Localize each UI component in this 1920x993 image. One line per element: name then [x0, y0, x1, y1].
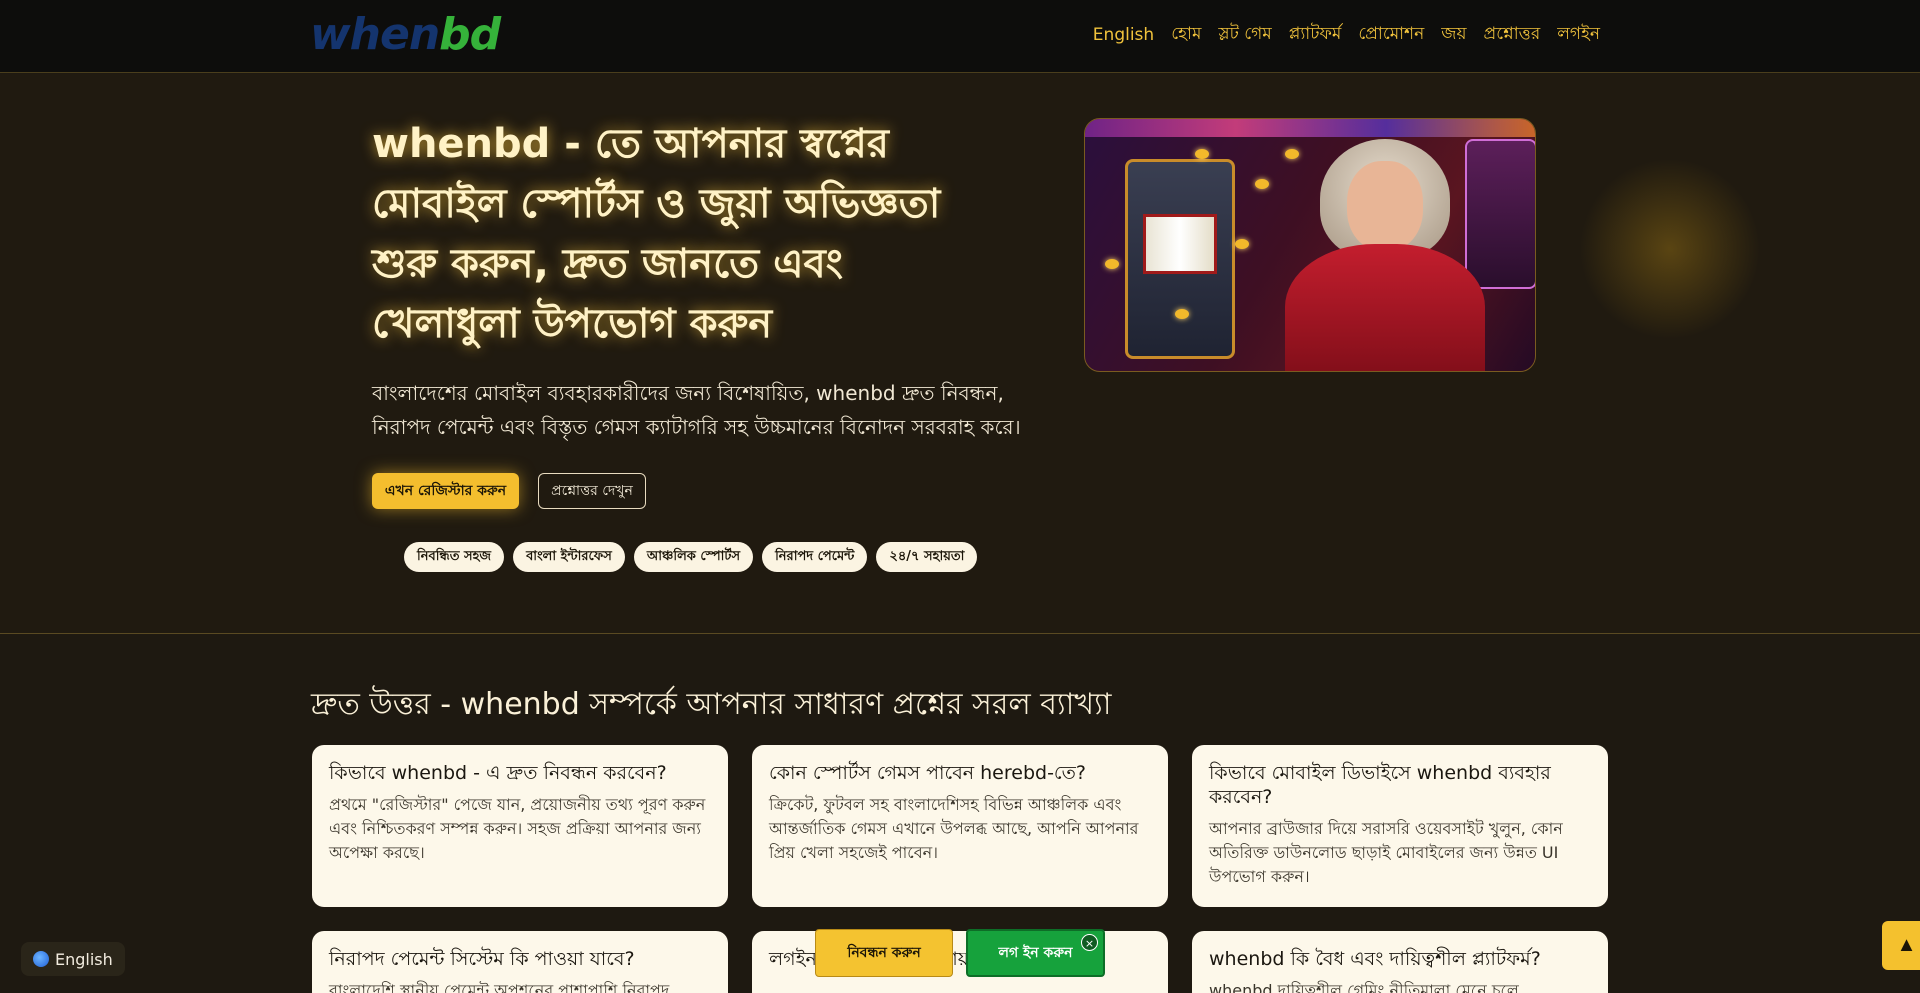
nav-win[interactable]: জয় — [1441, 21, 1466, 49]
woman-red-dress — [1285, 244, 1485, 371]
logo-part-bd: bd — [439, 9, 501, 60]
faq-answer: whenbd দায়িত্বশীল গেমিং নীতিমালা মেনে চ… — [1209, 981, 1519, 993]
faq-answer: প্রথমে "রেজিস্টার" পেজে যান, প্রয়োজনীয়… — [329, 795, 706, 862]
view-faq-button[interactable]: প্রশ্নোত্তর দেখুন — [538, 473, 646, 509]
faq-answer: আপনার ব্রাউজার দিয়ে সরাসরি ওয়েবসাইট খু… — [1209, 819, 1563, 886]
woman-face — [1347, 161, 1423, 251]
globe-icon — [33, 951, 49, 967]
scroll-to-top-button[interactable]: ▲ — [1882, 921, 1920, 970]
faq-card: কিভাবে মোবাইল ডিভাইসে whenbd ব্যবহার করব… — [1192, 745, 1608, 907]
coin — [1255, 179, 1269, 189]
coin — [1105, 259, 1119, 269]
chip-easy-registration: নিবন্ধিত সহজ — [404, 542, 505, 572]
logo-part-when: when — [310, 9, 440, 60]
chip-support: ২৪/৭ সহায়তা — [876, 542, 978, 572]
hero-section: whenbd - তে আপনার স্বপ্নের মোবাইল স্পোর্… — [0, 74, 1920, 634]
faq-card: নিরাপদ পেমেন্ট সিস্টেম কি পাওয়া যাবে? ব… — [312, 931, 728, 993]
coin — [1285, 149, 1299, 159]
slot-machine-background — [1465, 139, 1535, 289]
hero-title: whenbd - তে আপনার স্বপ্নের মোবাইল স্পোর্… — [372, 121, 941, 347]
nav-home[interactable]: হোম — [1171, 21, 1201, 49]
faq-answer: ক্রিকেট, ফুটবল সহ বাংলাদেশিসহ বিভিন্ন আঞ… — [769, 795, 1139, 862]
chip-regional-sports: আঞ্চলিক স্পোর্টস — [633, 542, 754, 572]
coin — [1175, 309, 1189, 319]
faq-card: কিভাবে whenbd - এ দ্রুত নিবন্ধন করবেন? প… — [312, 745, 728, 907]
hero-description: বাংলাদেশের মোবাইল ব্যবহারকারীদের জন্য বি… — [372, 381, 1021, 439]
nav-slot-games[interactable]: স্লট গেম — [1218, 21, 1271, 49]
faq-question: কোন স্পোর্টস গেমস পাবেন herebd-তে? — [769, 762, 1086, 784]
floating-register-button[interactable]: নিবন্ধন করুন — [815, 929, 953, 977]
hero-casino-image — [1084, 118, 1536, 372]
chip-secure-payment: নিরাপদ পেমেন্ট — [762, 542, 868, 572]
coin — [1195, 149, 1209, 159]
faq-section-title: দ্রুত উত্তর - whenbd সম্পর্কে আপনার সাধা… — [311, 687, 1112, 722]
faq-answer: বাংলাদেশি স্থানীয় পেমেন্ট অপশনের পাশাপা… — [329, 981, 670, 993]
language-label: English — [55, 949, 113, 969]
main-nav: English হোম স্লট গেম প্ল্যাটফর্ম প্রোমোশ… — [1093, 21, 1600, 49]
faq-question: কিভাবে মোবাইল ডিভাইসে whenbd ব্যবহার করব… — [1209, 762, 1551, 808]
register-now-button[interactable]: এখন রেজিস্টার করুন — [372, 473, 519, 509]
nav-login[interactable]: লগইন — [1557, 21, 1600, 49]
casino-lights — [1085, 119, 1535, 137]
chip-bangla-interface: বাংলা ইন্টারফেস — [513, 542, 625, 572]
faq-card: whenbd কি বৈধ এবং দায়িত্বশীল প্ল্যাটফর্… — [1192, 931, 1608, 993]
language-switcher[interactable]: English — [21, 942, 125, 976]
coin — [1235, 239, 1249, 249]
nav-faq[interactable]: প্রশ্নোত্তর — [1484, 21, 1541, 49]
faq-question: whenbd কি বৈধ এবং দায়িত্বশীল প্ল্যাটফর্… — [1209, 948, 1541, 970]
slot-machine-reels — [1143, 214, 1217, 274]
feature-chips: নিবন্ধিত সহজ বাংলা ইন্টারফেস আঞ্চলিক স্প… — [404, 542, 978, 572]
faq-question: নিরাপদ পেমেন্ট সিস্টেম কি পাওয়া যাবে? — [329, 948, 635, 970]
site-header: whenbd English হোম স্লট গেম প্ল্যাটফর্ম … — [0, 0, 1920, 73]
nav-promotion[interactable]: প্রোমোশন — [1358, 21, 1424, 49]
site-logo[interactable]: whenbd — [310, 9, 501, 60]
faq-card: কোন স্পোর্টস গেমস পাবেন herebd-তে? ক্রিক… — [752, 745, 1168, 907]
nav-english[interactable]: English — [1093, 25, 1154, 45]
faq-question: কিভাবে whenbd - এ দ্রুত নিবন্ধন করবেন? — [329, 762, 667, 784]
nav-platform[interactable]: প্ল্যাটফর্ম — [1289, 21, 1342, 49]
close-icon[interactable]: × — [1081, 934, 1098, 951]
